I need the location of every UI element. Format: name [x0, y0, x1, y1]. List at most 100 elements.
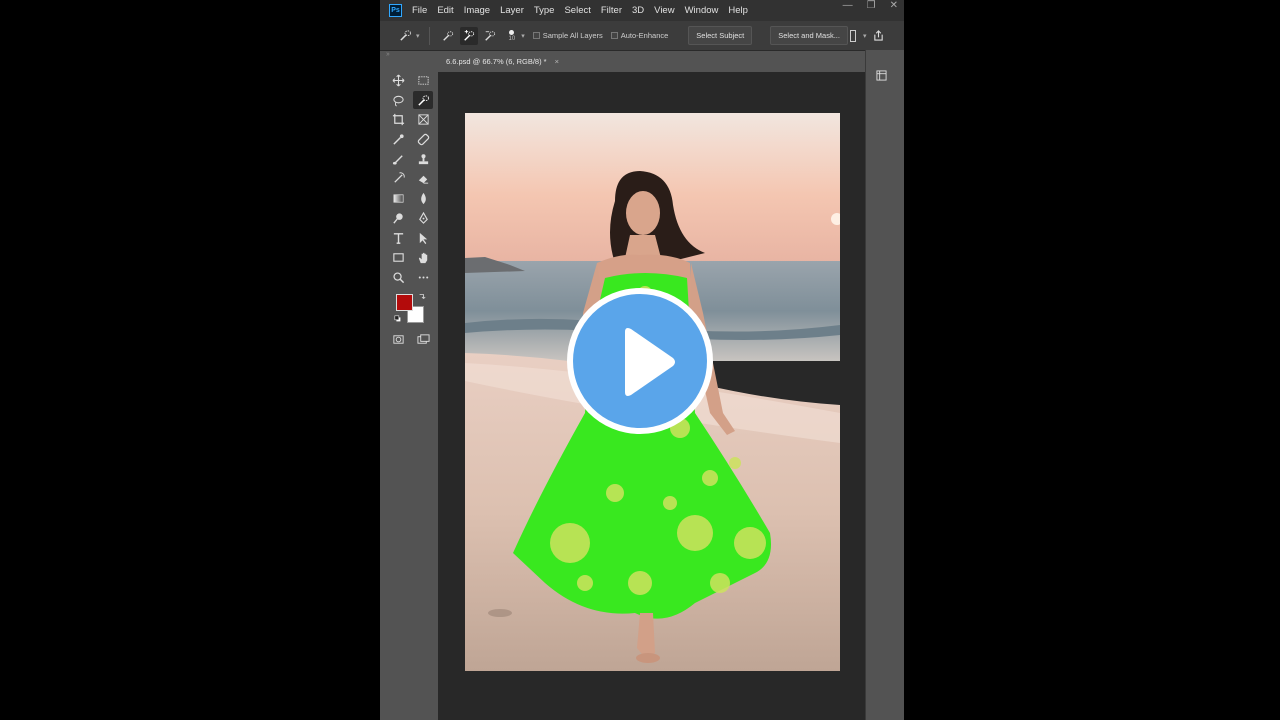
select-and-mask-button[interactable]: Select and Mask... [770, 26, 848, 45]
menu-image[interactable]: Image [464, 5, 490, 16]
dodge-tool[interactable] [388, 209, 408, 227]
quick-selection-icon [417, 94, 429, 106]
clone-stamp-tool[interactable] [413, 150, 433, 168]
frame-icon [417, 113, 429, 125]
swap-colors-icon[interactable] [418, 293, 426, 301]
brush-tool[interactable] [388, 150, 408, 168]
new-selection-button[interactable] [439, 27, 457, 45]
document-tab[interactable]: 6.6.psd @ 66.7% (6, RGB/8) * × [438, 52, 576, 70]
tools-panel [388, 70, 436, 352]
play-button-circle [573, 294, 707, 428]
chevron-down-icon[interactable]: ▾ [521, 32, 525, 40]
brush-size-value: 10 [508, 35, 516, 42]
type-icon [393, 232, 403, 244]
hand-tool[interactable] [413, 248, 433, 266]
tool-preset-picker[interactable] [396, 27, 414, 45]
healing-brush-tool[interactable] [413, 130, 433, 148]
pen-tool[interactable] [413, 209, 433, 227]
gradient-icon [392, 193, 404, 203]
quick-selection-add-icon [463, 29, 474, 41]
restore-button[interactable]: ❐ [867, 0, 876, 14]
lasso-tool[interactable] [388, 91, 408, 109]
eraser-icon [418, 175, 428, 184]
crop-tool[interactable] [388, 110, 408, 128]
play-icon [625, 328, 675, 396]
menu-3d[interactable]: 3D [632, 5, 644, 16]
add-to-selection-button[interactable] [459, 26, 478, 45]
path-selection-tool[interactable] [413, 229, 433, 247]
menu-view[interactable]: View [654, 5, 674, 16]
rectangular-marquee-icon [417, 75, 429, 85]
menu-bar: Ps File Edit Image Layer Type Select Fil… [380, 0, 904, 21]
default-colors-icon[interactable] [394, 315, 402, 323]
sample-all-layers-label: Sample All Layers [542, 31, 603, 40]
blur-tool[interactable] [413, 189, 433, 207]
screen-mode-icon [416, 333, 430, 344]
menu-edit[interactable]: Edit [437, 5, 453, 16]
auto-enhance-checkbox[interactable]: Auto-Enhance [610, 31, 669, 40]
toolbar-collapse-icon[interactable]: ›› [386, 51, 390, 58]
dodge-icon [392, 212, 403, 224]
subtract-from-selection-button[interactable] [481, 27, 499, 45]
quick-mask-button[interactable] [388, 330, 408, 348]
arrow-cursor-icon [419, 232, 427, 244]
move-icon [392, 74, 404, 86]
brush-tip-icon [509, 29, 515, 35]
play-button[interactable] [567, 288, 713, 434]
options-bar: ▾ 10 ▾ Sample All Layers Auto-Enhance Se… [380, 21, 904, 51]
menu-type[interactable]: Type [534, 5, 555, 16]
right-panel-dock [865, 50, 904, 720]
document-title: 6.6.psd @ 66.7% (6, RGB/8) * [446, 56, 547, 66]
window-controls: — ❐ ✕ [843, 0, 898, 14]
quick-selection-new-icon [442, 30, 453, 41]
hand-icon [418, 252, 427, 263]
minimize-button[interactable]: — [843, 0, 853, 14]
close-window-button[interactable]: ✕ [890, 0, 898, 14]
stamp-icon [418, 153, 428, 164]
pen-icon [418, 211, 428, 224]
panel-icon[interactable] [876, 70, 887, 81]
marquee-tool[interactable] [413, 71, 433, 89]
gradient-tool[interactable] [388, 189, 408, 207]
menu-file[interactable]: File [412, 5, 427, 16]
menu-help[interactable]: Help [728, 5, 748, 16]
history-brush-tool[interactable] [388, 169, 408, 187]
eyedropper-icon [392, 133, 404, 145]
menu-select[interactable]: Select [564, 5, 590, 16]
history-brush-icon [393, 171, 405, 183]
eyedropper-tool[interactable] [388, 130, 408, 148]
select-subject-button[interactable]: Select Subject [688, 26, 753, 45]
eraser-tool[interactable] [413, 169, 433, 187]
checkbox-box[interactable] [610, 32, 618, 39]
menu-layer[interactable]: Layer [500, 5, 524, 16]
type-tool[interactable] [388, 229, 408, 247]
ellipsis-icon [418, 275, 428, 279]
sample-all-layers-checkbox[interactable]: Sample All Layers [532, 31, 603, 40]
magnifier-icon [392, 271, 404, 283]
brush-size-picker[interactable]: 10 [508, 29, 516, 42]
auto-enhance-label: Auto-Enhance [620, 31, 669, 40]
bandage-icon [417, 133, 429, 145]
more-tools[interactable] [413, 268, 433, 286]
menu-window[interactable]: Window [685, 5, 719, 16]
checkbox-box[interactable] [532, 32, 540, 39]
zoom-tool[interactable] [388, 268, 408, 286]
brush-icon [392, 154, 403, 165]
menu-filter[interactable]: Filter [601, 5, 622, 16]
photoshop-logo: Ps [389, 4, 402, 17]
chevron-down-icon[interactable]: ▾ [416, 32, 420, 40]
droplet-icon [420, 192, 426, 204]
panel-toggle-icon[interactable] [849, 29, 856, 42]
screen-mode-button[interactable] [413, 330, 433, 348]
share-icon[interactable] [873, 30, 884, 41]
close-tab-icon[interactable]: × [555, 57, 559, 66]
chevron-down-icon[interactable]: ▾ [863, 32, 867, 40]
move-tool[interactable] [388, 71, 408, 89]
rectangle-icon [392, 252, 404, 262]
quick-selection-subtract-icon [484, 30, 495, 41]
quick-selection-tool[interactable] [413, 91, 433, 109]
frame-tool[interactable] [413, 110, 433, 128]
lasso-icon [392, 95, 404, 106]
foreground-color-swatch[interactable] [396, 294, 413, 311]
rectangle-tool[interactable] [388, 248, 408, 266]
